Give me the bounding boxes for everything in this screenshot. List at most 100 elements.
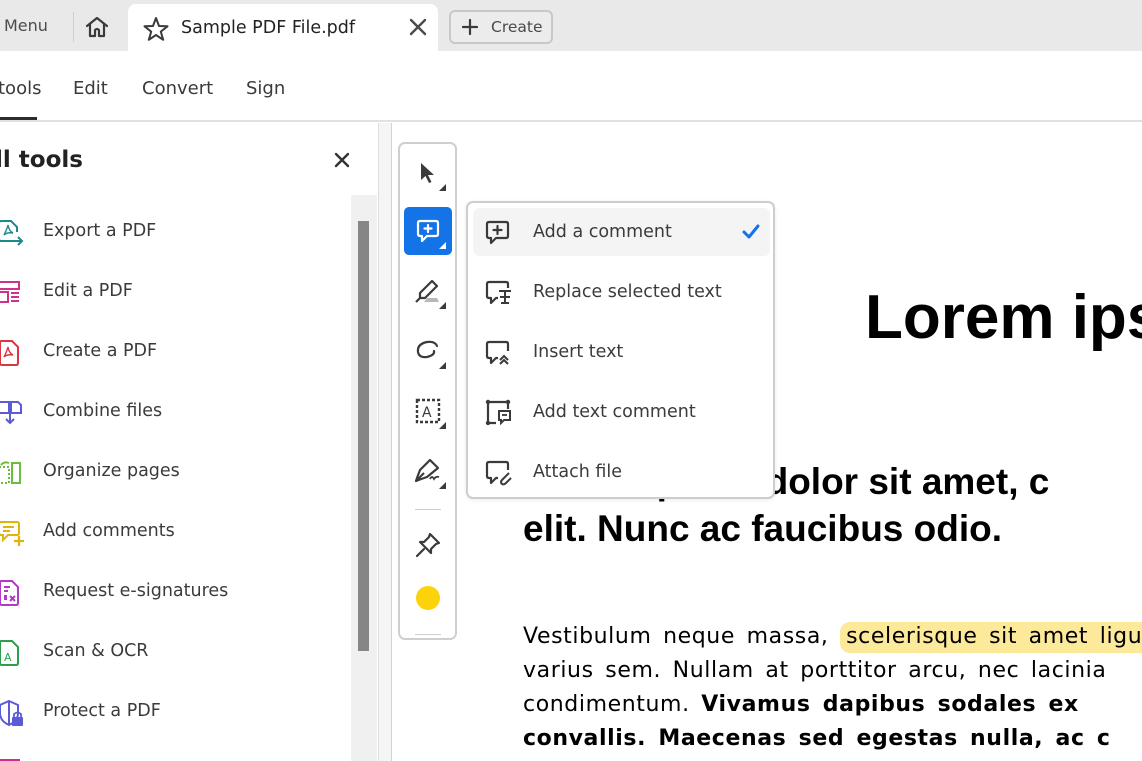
menu-item-add-text-comment[interactable]: Add text comment: [473, 388, 770, 436]
tab-all-tools[interactable]: tools: [0, 78, 41, 99]
submenu-indicator: [439, 184, 446, 191]
pin-icon: [415, 532, 441, 558]
pen-sign-icon: [414, 458, 440, 483]
tab-convert[interactable]: Convert: [142, 78, 213, 99]
quick-tools-toolbar: A: [398, 142, 457, 640]
active-tab-indicator: [0, 117, 37, 120]
tool-label: Request e-signatures: [43, 581, 229, 601]
home-button[interactable]: [80, 12, 114, 42]
plus-icon: [461, 18, 479, 36]
sign-tool-button[interactable]: [404, 447, 452, 495]
panel-resize-handle[interactable]: [378, 123, 392, 761]
tabbar-divider: [73, 12, 74, 42]
tool-scan-ocr[interactable]: A Scan & OCR: [0, 632, 340, 672]
highlight-tool-button[interactable]: [404, 267, 452, 315]
toolbar-separator: [415, 509, 441, 510]
comment-add-icon: [416, 219, 440, 243]
tool-label: Organize pages: [43, 461, 180, 481]
tab-sign[interactable]: Sign: [246, 78, 285, 99]
tools-nav: tools Edit Convert Sign: [0, 51, 1142, 122]
svg-text:A: A: [4, 651, 12, 664]
attach-file-icon: [485, 460, 512, 486]
submenu-indicator: [439, 302, 446, 309]
tool-edit-pdf[interactable]: Edit a PDF: [0, 272, 340, 312]
comment-add-icon: [485, 220, 510, 245]
tool-label: Create a PDF: [43, 341, 158, 361]
body-text: varius sem. Nullam at porttitor arcu, ne…: [523, 658, 1107, 683]
add-comments-icon: [0, 521, 24, 546]
all-tools-panel: ll tools Export a PDF Edit a PDF Create …: [0, 123, 378, 761]
tool-label: Export a PDF: [43, 221, 157, 241]
insert-text-icon: [485, 340, 510, 365]
create-pdf-icon: [0, 340, 19, 366]
body-bold-text: Vivamus dapibus sodales ex: [701, 692, 1079, 717]
body-text: Vestibulum neque massa,: [523, 624, 841, 649]
close-icon[interactable]: [333, 151, 351, 169]
tab-bar: Menu Sample PDF File.pdf Create: [0, 0, 1142, 51]
organize-pages-icon: [0, 461, 21, 484]
menu-item-label: Replace selected text: [533, 282, 722, 302]
tool-label: Protect a PDF: [43, 701, 161, 721]
tool-organize-pages[interactable]: Organize pages: [0, 452, 340, 492]
tool-export-pdf[interactable]: Export a PDF: [0, 212, 340, 252]
submenu-indicator: [439, 482, 446, 489]
tool-label: Combine files: [43, 401, 163, 421]
submenu-indicator: [439, 422, 446, 429]
close-icon[interactable]: [408, 17, 428, 37]
export-pdf-icon: [0, 220, 24, 246]
replace-text-icon: [485, 280, 511, 305]
submenu-indicator: [439, 242, 446, 249]
create-button[interactable]: Create: [449, 10, 553, 44]
select-tool-button[interactable]: [404, 149, 452, 197]
menu-item-replace-text[interactable]: Replace selected text: [473, 268, 770, 316]
protect-pdf-icon: [0, 699, 23, 727]
menu-item-label: Add a comment: [533, 222, 672, 242]
menu-button[interactable]: Menu: [4, 16, 48, 35]
body-text: condimentum.: [523, 692, 702, 717]
scan-ocr-icon: A: [0, 640, 19, 666]
checkmark-icon: [742, 224, 760, 239]
menu-item-label: Attach file: [533, 462, 623, 482]
tool-add-comments[interactable]: Add comments: [0, 512, 340, 552]
tool-label: Scan & OCR: [43, 641, 149, 661]
document-tab-title: Sample PDF File.pdf: [181, 18, 356, 38]
document-tab[interactable]: Sample PDF File.pdf: [128, 4, 438, 51]
menu-item-label: Insert text: [533, 342, 624, 362]
tool-create-pdf[interactable]: Create a PDF: [0, 332, 340, 372]
menu-item-insert-text[interactable]: Insert text: [473, 328, 770, 376]
draw-tool-button[interactable]: [404, 327, 452, 375]
color-swatch-icon[interactable]: [416, 586, 440, 610]
text-box-icon: A: [415, 398, 441, 424]
edit-pdf-icon: [0, 281, 20, 303]
menu-item-add-comment[interactable]: Add a comment: [473, 208, 770, 256]
panel-title: ll tools: [0, 147, 83, 173]
tool-request-esignatures[interactable]: Request e-signatures: [0, 572, 340, 612]
svg-text:A: A: [422, 405, 432, 421]
pin-tool-button[interactable]: [404, 521, 452, 569]
text-box-tool-button[interactable]: A: [404, 387, 452, 435]
tool-label: Edit a PDF: [43, 281, 133, 301]
submenu-indicator: [439, 362, 446, 369]
document-heading: Lorem ips: [865, 283, 1142, 352]
body-bold-text: convallis. Maecenas sed egestas nulla, a…: [523, 726, 1111, 751]
menu-item-attach-file[interactable]: Attach file: [473, 448, 770, 496]
subheading-line-2: elit. Nunc ac faucibus odio.: [523, 508, 1003, 549]
highlight-annotation[interactable]: scelerisque sit amet ligu: [840, 622, 1142, 653]
document-paragraph: Vestibulum neque massa, scelerisque sit …: [523, 620, 1142, 756]
create-label: Create: [491, 18, 543, 36]
tool-label: Add comments: [43, 521, 175, 541]
tab-edit[interactable]: Edit: [73, 78, 108, 99]
comment-tool-button[interactable]: [404, 207, 452, 255]
home-icon: [85, 16, 109, 38]
highlighter-icon: [415, 279, 439, 303]
tool-protect-pdf[interactable]: Protect a PDF: [0, 692, 340, 732]
tool-combine-files[interactable]: Combine files: [0, 392, 340, 432]
comment-tools-menu: Add a comment Replace selected text Inse…: [466, 201, 775, 499]
star-icon[interactable]: [142, 15, 170, 43]
pointer-icon: [421, 163, 434, 183]
text-comment-icon: [485, 399, 511, 426]
toolbar-separator: [415, 634, 441, 635]
freehand-icon: [416, 340, 439, 359]
combine-files-icon: [0, 401, 22, 425]
panel-scrollbar-thumb[interactable]: [358, 221, 369, 651]
